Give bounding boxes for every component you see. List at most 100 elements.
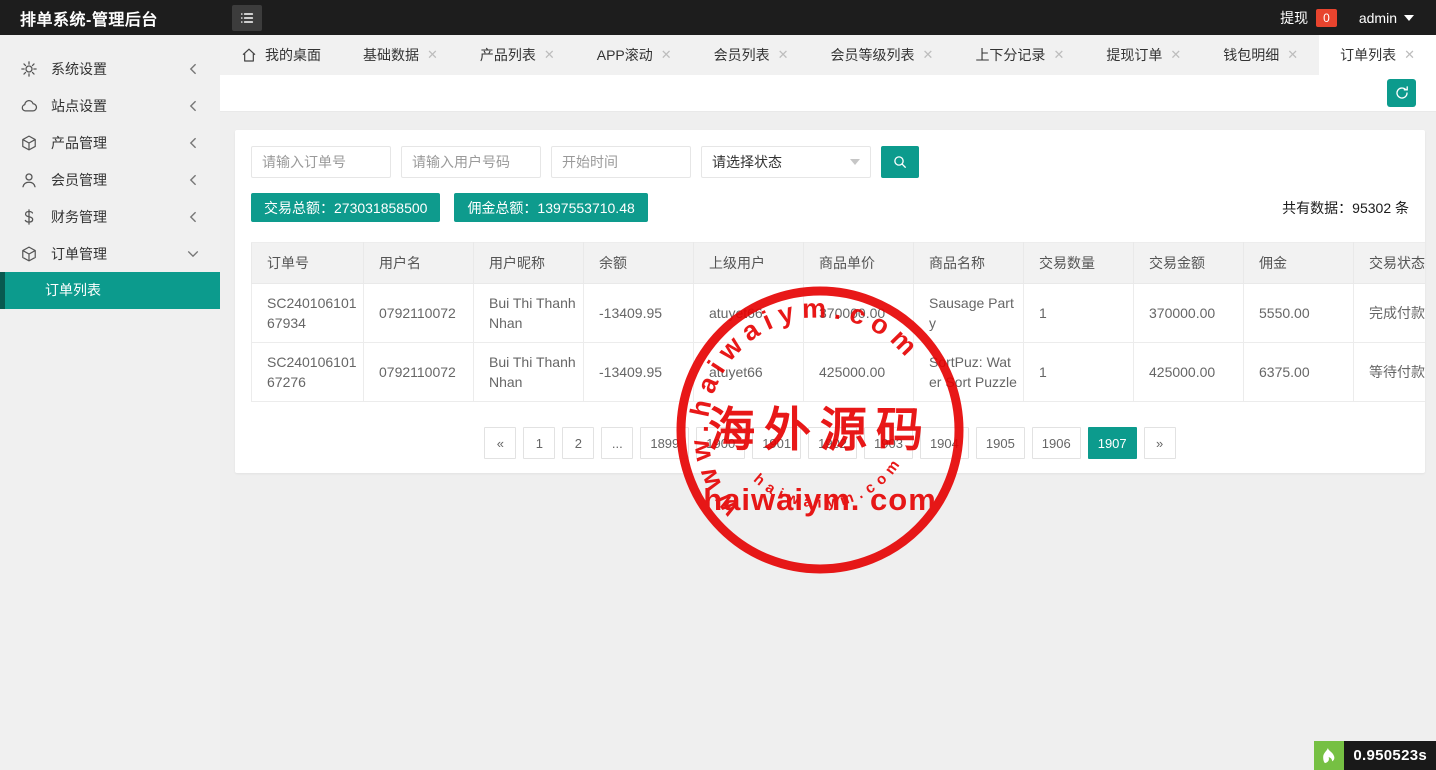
sidebar-subitem[interactable]: 订单列表 bbox=[0, 272, 220, 309]
user-icon bbox=[20, 171, 38, 189]
table-cell: 1 bbox=[1024, 284, 1134, 343]
column-header: 用户名 bbox=[364, 243, 474, 284]
pager-page-button[interactable]: 1902 bbox=[808, 427, 857, 459]
pagination: «12...1899190019011902190319041905190619… bbox=[251, 427, 1409, 459]
table-cell: 425000.00 bbox=[804, 343, 914, 402]
column-header: 交易金额 bbox=[1134, 243, 1244, 284]
user-menu[interactable]: admin bbox=[1359, 10, 1414, 26]
sidebar-item-label: 财务管理 bbox=[51, 207, 107, 227]
pager-ellipsis[interactable]: ... bbox=[601, 427, 633, 459]
debug-logo-button[interactable] bbox=[1314, 741, 1344, 770]
withdraw-link[interactable]: 提现 0 bbox=[1280, 8, 1337, 28]
collapse-menu-button[interactable] bbox=[232, 5, 262, 31]
table-row: SC240106101672760792110072Bui Thi Thanh … bbox=[252, 343, 1426, 402]
sidebar-item[interactable]: 财务管理 bbox=[0, 198, 220, 235]
refresh-button[interactable] bbox=[1387, 79, 1416, 107]
table-cell: -13409.95 bbox=[584, 343, 694, 402]
table-cell: 0792110072 bbox=[364, 284, 474, 343]
sidebar-item[interactable]: 系统设置 bbox=[0, 50, 220, 87]
tab-item[interactable]: 会员等级列表 ✕ bbox=[810, 35, 955, 75]
table-cell: SC24010610167934 bbox=[252, 284, 364, 343]
pager-page-button[interactable]: 1900 bbox=[696, 427, 745, 459]
table-cell: atuyet66 bbox=[694, 343, 804, 402]
status-select[interactable]: 请选择状态 bbox=[701, 146, 871, 178]
flame-icon bbox=[1319, 746, 1339, 766]
tab-item[interactable]: 提现订单 ✕ bbox=[1085, 35, 1202, 75]
tab-item[interactable]: 会员列表✕ bbox=[693, 35, 810, 75]
tab-item[interactable]: 钱包明细 ✕ bbox=[1202, 35, 1319, 75]
pager-page-button[interactable]: 1901 bbox=[752, 427, 801, 459]
sidebar-item-label: 订单管理 bbox=[51, 244, 107, 264]
orders-table: 订单号用户名用户昵称余额上级用户商品单价商品名称交易数量交易金额佣金交易状态 S… bbox=[251, 242, 1425, 402]
close-icon[interactable]: ✕ bbox=[778, 47, 789, 63]
sidebar-item[interactable]: 产品管理 bbox=[0, 124, 220, 161]
tab-item[interactable]: 我的桌面 bbox=[220, 35, 342, 75]
table-cell: 完成付款 bbox=[1354, 284, 1426, 343]
record-count: 共有数据：95302 条 bbox=[1282, 198, 1409, 218]
pager-page-button[interactable]: 1907 bbox=[1088, 427, 1137, 459]
close-icon[interactable]: ✕ bbox=[544, 47, 555, 63]
close-icon[interactable]: ✕ bbox=[1053, 47, 1064, 63]
filter-row: 请选择状态 bbox=[251, 146, 1409, 178]
pager-page-button[interactable]: 1903 bbox=[864, 427, 913, 459]
sidebar-menu: 系统设置站点设置产品管理会员管理财务管理订单管理订单列表 bbox=[0, 50, 220, 309]
tab-item[interactable]: APP滚动✕ bbox=[576, 35, 693, 75]
column-header: 上级用户 bbox=[694, 243, 804, 284]
pager-page-button[interactable]: 1904 bbox=[920, 427, 969, 459]
close-icon[interactable]: ✕ bbox=[1287, 47, 1298, 63]
trade-total-button[interactable]: 交易总额：273031858500 bbox=[251, 193, 440, 222]
user-no-input[interactable] bbox=[401, 146, 541, 178]
close-icon[interactable]: ✕ bbox=[1404, 47, 1415, 63]
pager-page-button[interactable]: 1899 bbox=[640, 427, 689, 459]
table-cell: 6375.00 bbox=[1244, 343, 1354, 402]
table-cell: Sausage Party bbox=[914, 284, 1024, 343]
pager-page-button[interactable]: 2 bbox=[562, 427, 594, 459]
cube-icon bbox=[20, 245, 38, 263]
table-cell: SC24010610167276 bbox=[252, 343, 364, 402]
tab-label: 提现订单 bbox=[1106, 45, 1162, 65]
sidebar-item-label: 系统设置 bbox=[51, 59, 107, 79]
topbar: 排单系统-管理后台 提现 0 admin bbox=[0, 0, 1436, 35]
search-button[interactable] bbox=[881, 146, 919, 178]
sidebar: 系统设置站点设置产品管理会员管理财务管理订单管理订单列表 bbox=[0, 35, 220, 770]
close-icon[interactable]: ✕ bbox=[923, 47, 934, 63]
orders-body: SC240106101679340792110072Bui Thi Thanh … bbox=[252, 284, 1426, 402]
tab-item[interactable]: 订单列表✕ bbox=[1319, 35, 1436, 75]
start-time-input[interactable] bbox=[551, 146, 691, 178]
tab-label: 产品列表 bbox=[480, 45, 536, 65]
pager-prev-button[interactable]: « bbox=[484, 427, 516, 459]
tab-item[interactable]: 上下分记录✕ bbox=[954, 35, 1085, 75]
sidebar-item[interactable]: 会员管理 bbox=[0, 161, 220, 198]
pager-page-button[interactable]: 1905 bbox=[976, 427, 1025, 459]
pager-page-button[interactable]: 1 bbox=[523, 427, 555, 459]
chevron-down-icon bbox=[850, 159, 860, 165]
orders-header-row: 订单号用户名用户昵称余额上级用户商品单价商品名称交易数量交易金额佣金交易状态 bbox=[252, 243, 1426, 284]
close-icon[interactable]: ✕ bbox=[1170, 47, 1181, 63]
commission-total-button[interactable]: 佣金总额：1397553710.48 bbox=[454, 193, 647, 222]
status-select-value: 请选择状态 bbox=[712, 152, 782, 172]
table-cell: 0792110072 bbox=[364, 343, 474, 402]
close-icon[interactable]: ✕ bbox=[661, 47, 672, 63]
tab-item[interactable]: 基础数据✕ bbox=[342, 35, 459, 75]
chevron-left-icon bbox=[186, 173, 200, 187]
table-cell: SortPuz: Water Sort Puzzle bbox=[914, 343, 1024, 402]
close-icon[interactable]: ✕ bbox=[427, 47, 438, 63]
tab-label: 钱包明细 bbox=[1223, 45, 1279, 65]
sidebar-item[interactable]: 订单管理 bbox=[0, 235, 220, 272]
tab-label: 会员等级列表 bbox=[831, 45, 915, 65]
chevron-left-icon bbox=[186, 62, 200, 76]
table-cell: -13409.95 bbox=[584, 284, 694, 343]
sidebar-item[interactable]: 站点设置 bbox=[0, 87, 220, 124]
request-time: 0.950523s bbox=[1344, 741, 1436, 770]
tab-item[interactable]: 产品列表 ✕ bbox=[459, 35, 576, 75]
chevron-left-icon bbox=[186, 210, 200, 224]
sidebar-item-label: 产品管理 bbox=[51, 133, 107, 153]
order-no-input[interactable] bbox=[251, 146, 391, 178]
pager-page-button[interactable]: 1906 bbox=[1032, 427, 1081, 459]
gear-icon bbox=[20, 60, 38, 78]
pager-next-button[interactable]: » bbox=[1144, 427, 1176, 459]
chevron-left-icon bbox=[186, 99, 200, 113]
table-cell: Bui Thi Thanh Nhan bbox=[474, 343, 584, 402]
table-cell: 425000.00 bbox=[1134, 343, 1244, 402]
column-header: 商品名称 bbox=[914, 243, 1024, 284]
